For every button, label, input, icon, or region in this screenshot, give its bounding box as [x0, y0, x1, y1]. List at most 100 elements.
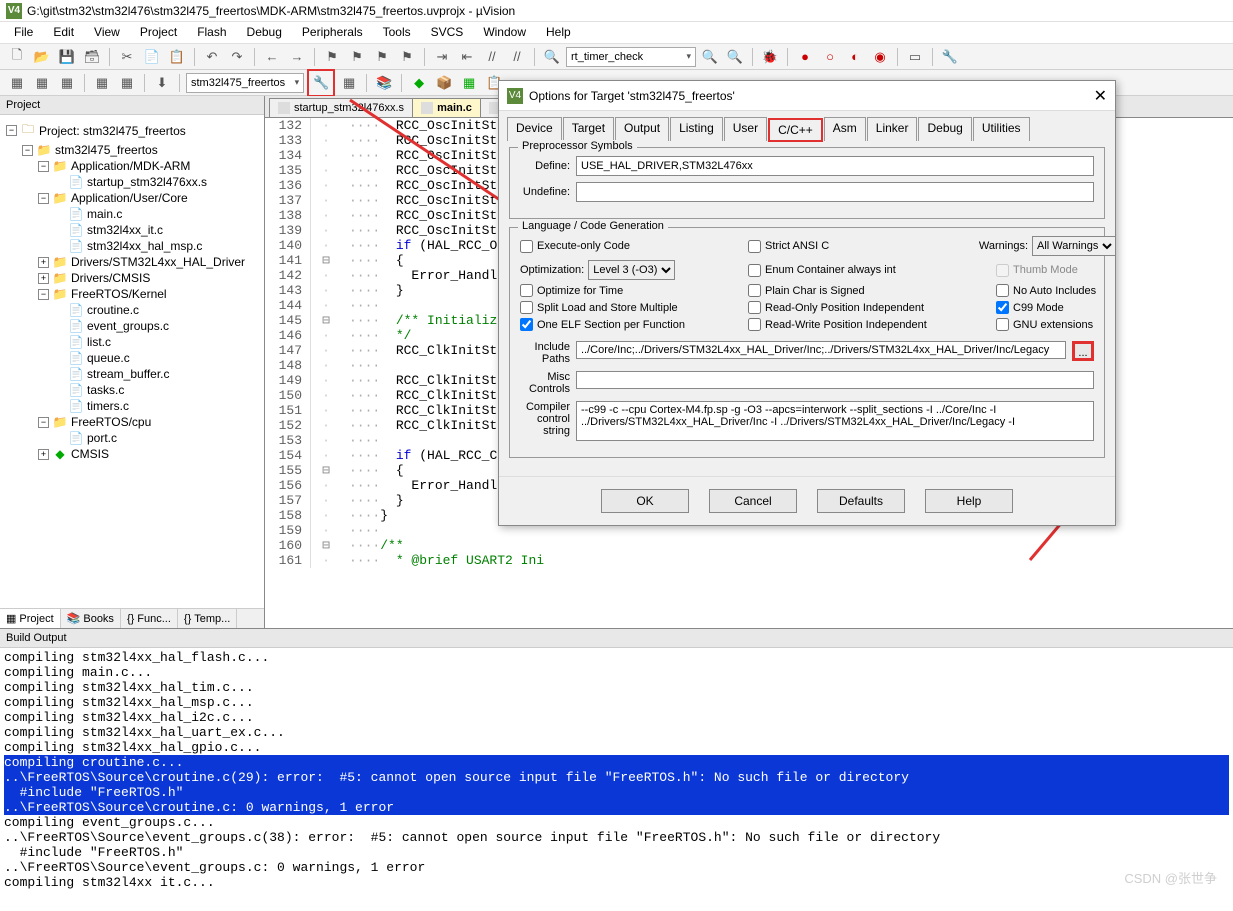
tree-node[interactable]: 📄stream_buffer.c	[2, 366, 262, 382]
menu-view[interactable]: View	[84, 22, 130, 43]
open-icon[interactable]: 📂	[31, 46, 53, 68]
plain-char-check[interactable]	[748, 284, 761, 297]
fold-gutter[interactable]: ⊟	[311, 313, 341, 328]
dialog-tab-cc[interactable]: C/C++	[768, 118, 823, 142]
breakpoint-kill-icon[interactable]: ◐	[844, 46, 866, 68]
menu-file[interactable]: File	[4, 22, 43, 43]
c99-check[interactable]	[996, 301, 1009, 314]
menu-tools[interactable]: Tools	[373, 22, 421, 43]
menu-window[interactable]: Window	[473, 22, 536, 43]
copy-icon[interactable]: 📄	[141, 46, 163, 68]
save-icon[interactable]: 💾	[56, 46, 78, 68]
fold-gutter[interactable]: ·	[311, 493, 341, 508]
browse-include-button[interactable]: ...	[1072, 341, 1094, 361]
download-icon[interactable]: ⬇	[151, 72, 173, 94]
tree-node[interactable]: 📄startup_stm32l476xx.s	[2, 174, 262, 190]
undo-icon[interactable]: ↶	[201, 46, 223, 68]
tree-node[interactable]: 📄stm32l4xx_it.c	[2, 222, 262, 238]
tree-node[interactable]: +📁Drivers/CMSIS	[2, 270, 262, 286]
dialog-tab-asm[interactable]: Asm	[824, 117, 866, 141]
gnu-ext-check[interactable]	[996, 318, 1009, 331]
fold-gutter[interactable]: ⊟	[311, 253, 341, 268]
comment-icon[interactable]: //	[481, 46, 503, 68]
tree-node[interactable]: 📄main.c	[2, 206, 262, 222]
tree-node[interactable]: 📄timers.c	[2, 398, 262, 414]
tree-node[interactable]: 📄stm32l4xx_hal_msp.c	[2, 238, 262, 254]
breakpoint-icon[interactable]: ●	[794, 46, 816, 68]
fold-gutter[interactable]: ·	[311, 388, 341, 403]
redo-icon[interactable]: ↷	[226, 46, 248, 68]
fold-gutter[interactable]: ·	[311, 238, 341, 253]
find-icon[interactable]: 🔍	[541, 46, 563, 68]
fold-gutter[interactable]: ·	[311, 358, 341, 373]
breakpoint-all-icon[interactable]: ◉	[869, 46, 891, 68]
split-load-check[interactable]	[520, 301, 533, 314]
tree-node[interactable]: +📁Drivers/STM32L4xx_HAL_Driver	[2, 254, 262, 270]
fold-gutter[interactable]: ·	[311, 223, 341, 238]
fold-gutter[interactable]: ·	[311, 178, 341, 193]
opt-time-check[interactable]	[520, 284, 533, 297]
debug-icon[interactable]: 🐞	[759, 46, 781, 68]
dialog-tab-listing[interactable]: Listing	[670, 117, 723, 141]
tree-node[interactable]: −🗀Project: stm32l475_freertos	[2, 119, 262, 142]
file-extensions-icon[interactable]: ▦	[338, 72, 360, 94]
tree-node[interactable]: −📁stm32l475_freertos	[2, 142, 262, 158]
breakpoint-disable-icon[interactable]: ○	[819, 46, 841, 68]
manage-books-icon[interactable]: 📚	[373, 72, 395, 94]
menu-edit[interactable]: Edit	[43, 22, 84, 43]
project-tab[interactable]: 📚Books	[61, 609, 121, 628]
pack-installer-icon[interactable]: ▦	[458, 72, 480, 94]
close-icon[interactable]: ✕	[1094, 86, 1107, 106]
save-all-icon[interactable]: 🗃	[81, 46, 103, 68]
help-button[interactable]: Help	[925, 489, 1013, 513]
enum-container-check[interactable]	[748, 264, 761, 277]
fold-gutter[interactable]: ·	[311, 298, 341, 313]
tree-node[interactable]: 📄port.c	[2, 430, 262, 446]
tree-node[interactable]: 📄tasks.c	[2, 382, 262, 398]
fold-gutter[interactable]: ·	[311, 433, 341, 448]
dialog-tab-user[interactable]: User	[724, 117, 767, 141]
file-tab[interactable]: main.c	[412, 98, 481, 117]
incremental-find-icon[interactable]: 🔍	[724, 46, 746, 68]
execute-only-check[interactable]	[520, 240, 533, 253]
fold-gutter[interactable]: ·	[311, 418, 341, 433]
menu-flash[interactable]: Flash	[187, 22, 236, 43]
bookmark-icon[interactable]: ⚑	[321, 46, 343, 68]
tree-node[interactable]: 📄queue.c	[2, 350, 262, 366]
target-options-icon[interactable]: 🔧	[310, 72, 332, 94]
fold-gutter[interactable]: ⊟	[311, 538, 341, 553]
fold-gutter[interactable]: ·	[311, 553, 341, 568]
fold-gutter[interactable]: ·	[311, 448, 341, 463]
menu-project[interactable]: Project	[130, 22, 187, 43]
file-tab[interactable]: startup_stm32l476xx.s	[269, 98, 413, 117]
dialog-tab-linker[interactable]: Linker	[867, 117, 918, 141]
fold-gutter[interactable]: ·	[311, 148, 341, 163]
define-input[interactable]	[576, 156, 1094, 176]
fold-gutter[interactable]: ·	[311, 208, 341, 223]
rebuild-icon[interactable]: ▦	[56, 72, 78, 94]
fold-gutter[interactable]: ·	[311, 118, 341, 133]
optimization-select[interactable]: Level 3 (-O3)	[588, 260, 675, 280]
dialog-tab-debug[interactable]: Debug	[918, 117, 971, 141]
fold-gutter[interactable]: ·	[311, 403, 341, 418]
dialog-tab-device[interactable]: Device	[507, 117, 562, 141]
translate-icon[interactable]: ▦	[6, 72, 28, 94]
strict-ansi-check[interactable]	[748, 240, 761, 253]
bookmark-prev-icon[interactable]: ⚑	[346, 46, 368, 68]
prev-icon[interactable]: ←	[261, 46, 283, 68]
project-tree[interactable]: −🗀Project: stm32l475_freertos−📁stm32l475…	[0, 115, 264, 608]
fold-gutter[interactable]: ·	[311, 283, 341, 298]
find-combo[interactable]: rt_timer_check	[566, 47, 696, 67]
bookmark-clear-icon[interactable]: ⚑	[396, 46, 418, 68]
fold-gutter[interactable]: ·	[311, 133, 341, 148]
uncomment-icon[interactable]: //	[506, 46, 528, 68]
paste-icon[interactable]: 📋	[166, 46, 188, 68]
fold-gutter[interactable]: ⊟	[311, 463, 341, 478]
tree-node[interactable]: −📁FreeRTOS/Kernel	[2, 286, 262, 302]
fold-gutter[interactable]: ·	[311, 508, 341, 523]
undefine-input[interactable]	[576, 182, 1094, 202]
tree-node[interactable]: −📁FreeRTOS/cpu	[2, 414, 262, 430]
project-tab[interactable]: {}Temp...	[178, 609, 237, 628]
project-tab[interactable]: ▦Project	[0, 609, 61, 628]
indent-icon[interactable]: ⇥	[431, 46, 453, 68]
